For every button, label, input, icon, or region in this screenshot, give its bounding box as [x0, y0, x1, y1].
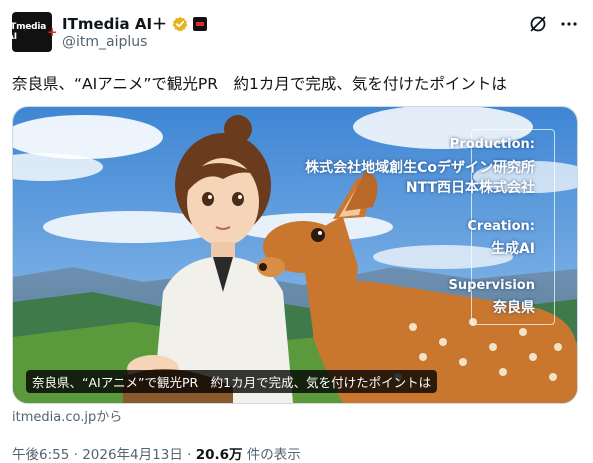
tweet-meta: 午後6:55 · 2026年4月13日 · 20.6万 件の表示 [12, 443, 301, 463]
verified-badge-icon [172, 16, 188, 31]
grok-icon[interactable] [528, 14, 548, 34]
more-options-icon[interactable] [559, 14, 579, 34]
tweet-date[interactable]: 2026年4月13日 [82, 447, 183, 463]
production-label: Production: [449, 137, 535, 152]
affiliate-badge-icon[interactable] [193, 16, 208, 31]
creation-value: 生成AI [490, 241, 535, 257]
views-count: 20.6万 [195, 447, 243, 463]
avatar[interactable]: ITmedia AI + [7, 12, 57, 52]
link-card[interactable]: Production: 株式会社地域創生Coデザイン研究所 NTT西日本株式会社… [12, 106, 578, 404]
display-name[interactable]: ITmedia AI＋ [62, 13, 167, 34]
tweet-time[interactable]: 午後6:55 [12, 447, 69, 463]
handle[interactable]: @itm_aiplus [62, 34, 147, 50]
creation-label: Creation: [467, 219, 535, 234]
meta-separator-2: · [182, 447, 196, 463]
tweet-text: 奈良県、“AIアニメ”で観光PR 約1カ月で完成、気を付けたポイントは [12, 75, 507, 93]
avatar-text: ITmedia AI [6, 22, 47, 42]
views-label: 件の表示 [242, 447, 301, 463]
production-line1: 株式会社地域創生Coデザイン研究所 [305, 160, 535, 176]
meta-separator: · [69, 447, 83, 463]
avatar-plus: + [47, 25, 58, 39]
supervision-value: 奈良県 [493, 300, 535, 316]
production-line2: NTT西日本株式会社 [405, 180, 535, 196]
supervision-label: Supervision [448, 278, 535, 293]
author-name-row: ITmedia AI＋ [62, 13, 208, 34]
card-caption: 奈良県、“AIアニメ”で観光PR 約1カ月で完成、気を付けたポイントは [26, 370, 438, 393]
card-source[interactable]: itmedia.co.jpから [12, 406, 122, 425]
